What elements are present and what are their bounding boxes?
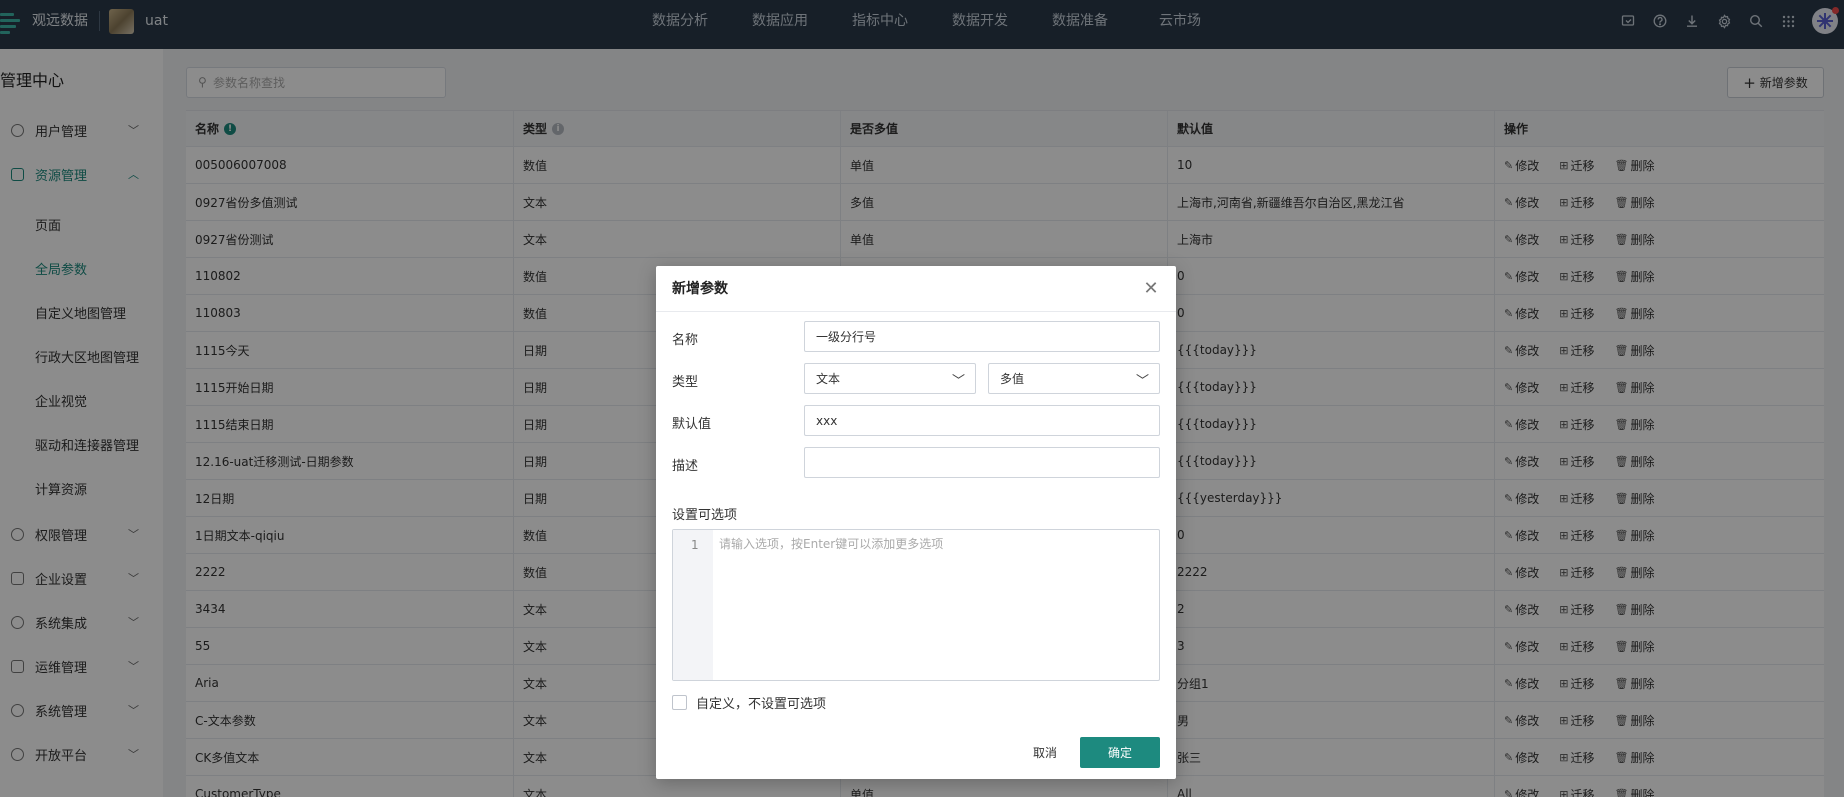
add-param-dialog: 新增参数 ✕ 名称 类型 文本 ﹀ 多值 ﹀ 默认值 描述 设置可选项 1 自定…: [656, 266, 1176, 779]
type-select-value: 文本: [816, 372, 841, 386]
dialog-header: 新增参数 ✕: [656, 266, 1176, 312]
custom-options-checkbox[interactable]: [672, 695, 687, 710]
line-number: 1: [691, 538, 699, 552]
name-field[interactable]: [804, 321, 1160, 352]
type-label: 类型: [672, 375, 699, 390]
default-value-field[interactable]: [804, 405, 1160, 436]
custom-options-checkbox-row[interactable]: 自定义，不设置可选项: [672, 693, 826, 712]
close-icon[interactable]: ✕: [1140, 278, 1162, 300]
multi-value-select[interactable]: 多值 ﹀: [988, 363, 1160, 394]
description-field[interactable]: [804, 447, 1160, 478]
type-select[interactable]: 文本 ﹀: [804, 363, 976, 394]
desc-label: 描述: [672, 459, 699, 474]
cancel-button[interactable]: 取消: [1012, 737, 1078, 768]
options-label: 设置可选项: [672, 508, 738, 523]
chevron-down-icon: ﹀: [1135, 374, 1149, 389]
options-textarea[interactable]: [719, 534, 1155, 674]
custom-options-label: 自定义，不设置可选项: [696, 697, 827, 712]
name-label: 名称: [672, 333, 699, 348]
default-label: 默认值: [672, 417, 712, 432]
dialog-title: 新增参数: [672, 281, 728, 297]
options-editor: 1: [672, 529, 1160, 681]
multi-value-select-value: 多值: [1000, 372, 1025, 386]
chevron-down-icon: ﹀: [951, 374, 965, 389]
confirm-button[interactable]: 确定: [1080, 737, 1160, 768]
line-number-gutter: 1: [673, 530, 713, 680]
